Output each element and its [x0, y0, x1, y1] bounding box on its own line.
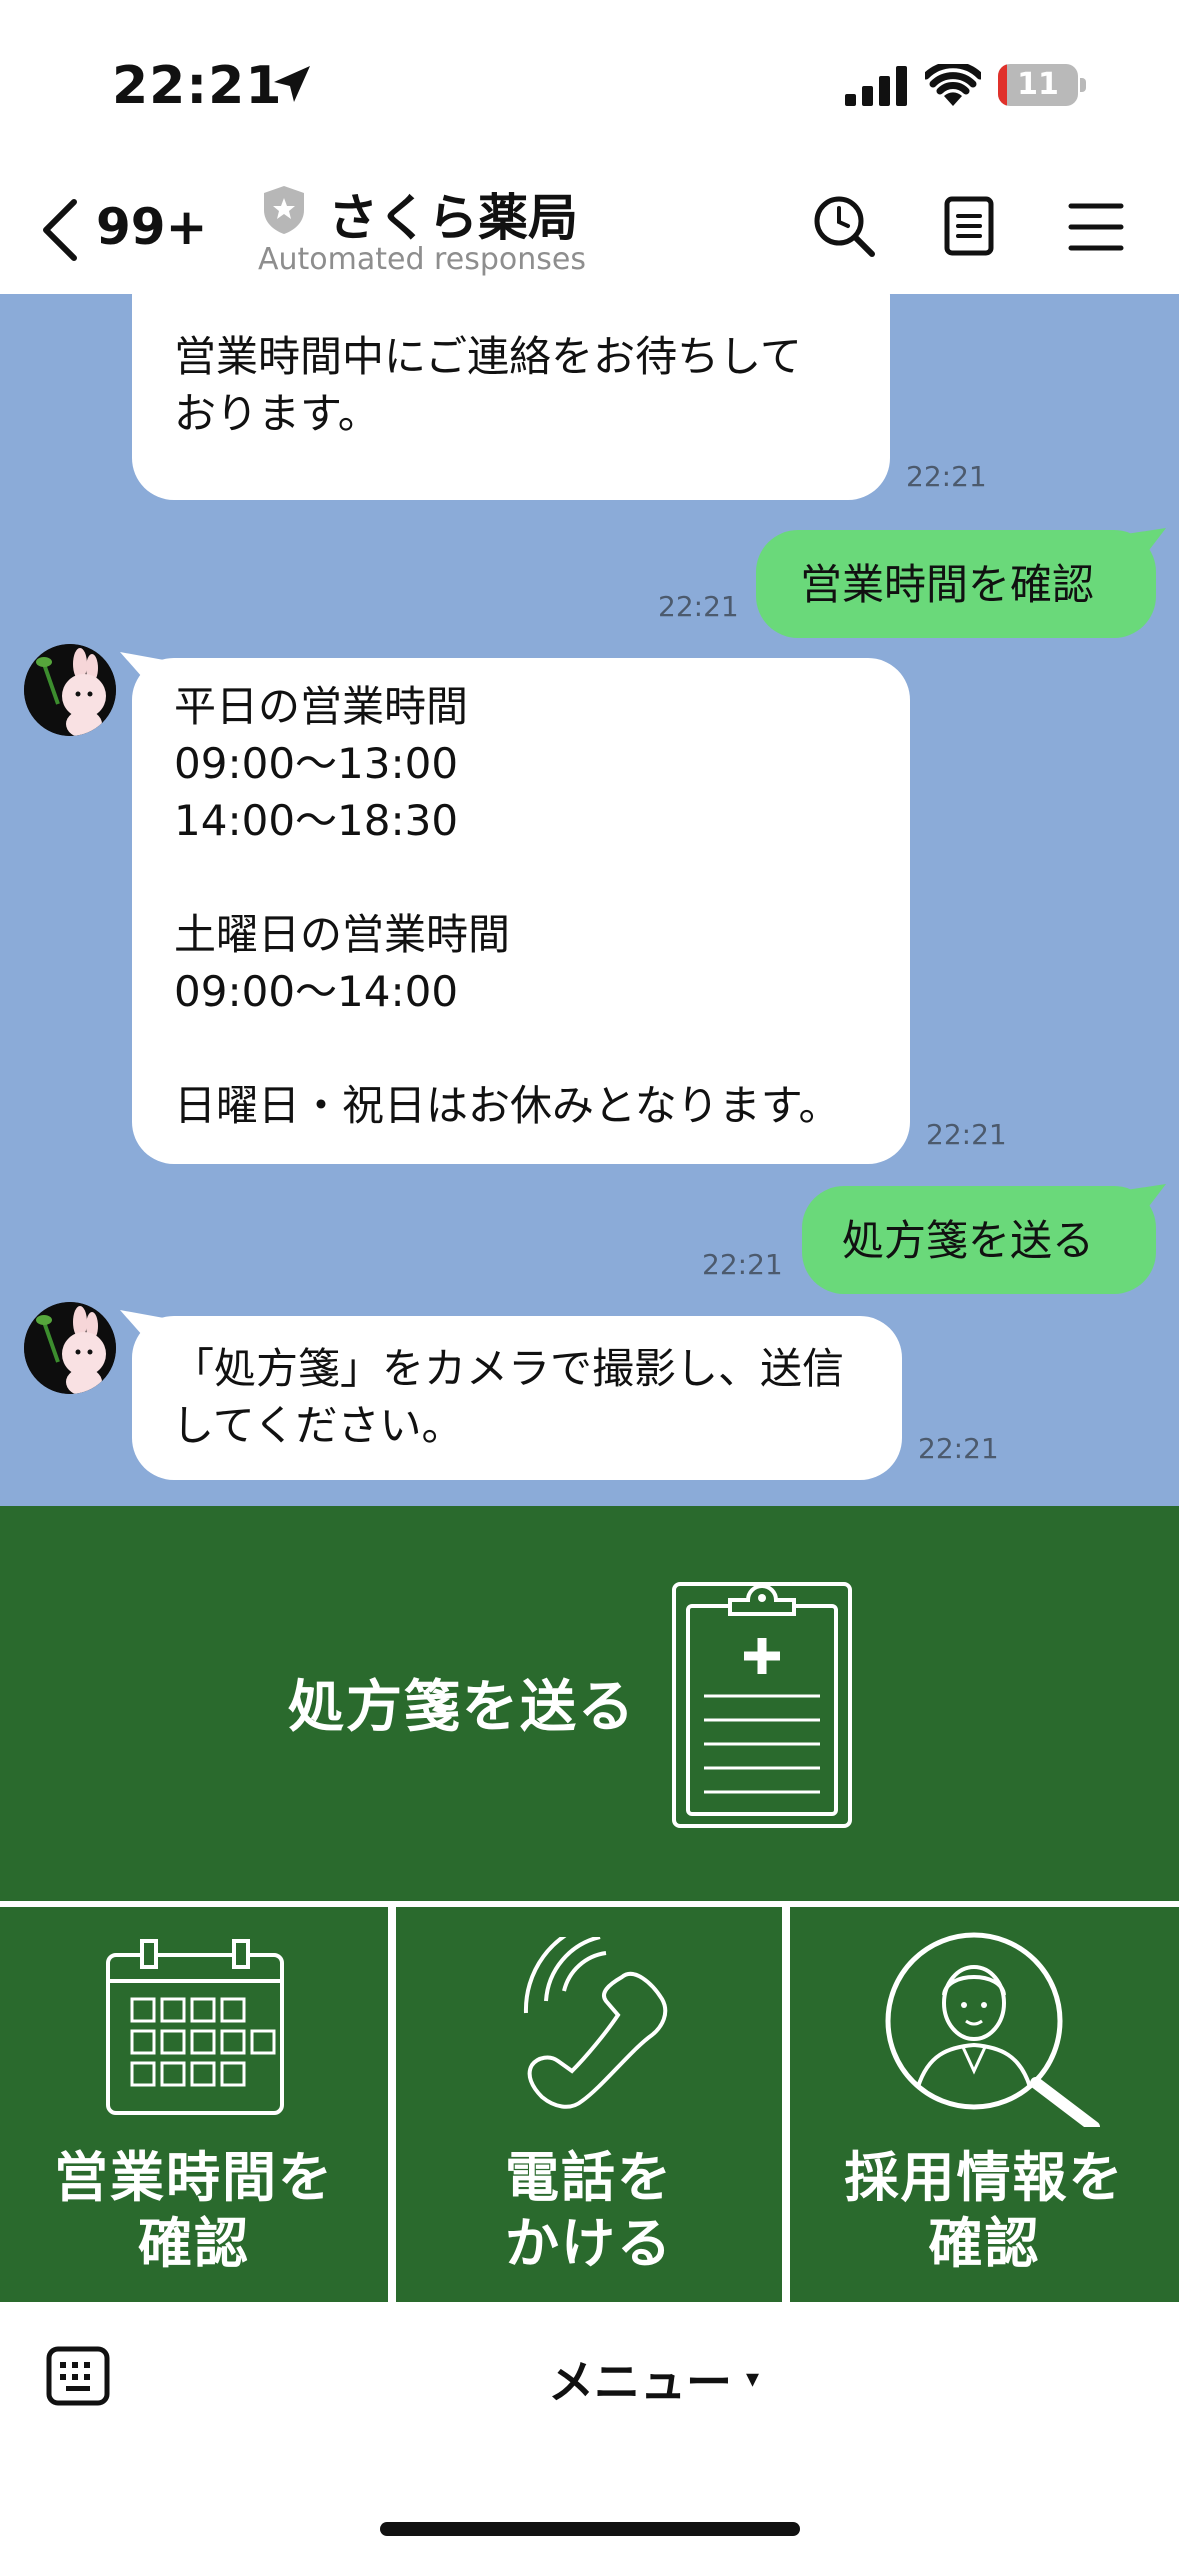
chat-header: 99+ さくら薬局 Automated responses	[0, 170, 1179, 294]
call-tile[interactable]: 電話を かける	[396, 1907, 782, 2302]
phone-call-icon	[523, 1937, 668, 2109]
menu-toggle-label: メニュー	[548, 2355, 732, 2409]
recruitment-info-label-line2: 確認	[928, 2212, 1041, 2275]
avatar[interactable]	[24, 1302, 116, 1394]
rich-menu: 処方箋を送る 営業時間を 確認 電話を かける 採用情報を 確認	[0, 1506, 1179, 2302]
location-arrow-icon	[274, 66, 310, 102]
magnifier-person-icon	[885, 1932, 1100, 2127]
battery-level: 11	[1017, 67, 1059, 102]
chat-title: さくら薬局	[328, 189, 578, 247]
recruitment-info-label: 採用情報を 確認	[790, 2145, 1179, 2277]
back-chevron-icon[interactable]	[40, 198, 80, 262]
notes-icon[interactable]	[944, 196, 994, 256]
message-time: 22:21	[658, 590, 739, 623]
status-time: 22:21	[112, 56, 283, 116]
recruitment-info-label-line1: 採用情報を	[844, 2146, 1125, 2209]
keyboard-icon[interactable]	[46, 2346, 110, 2406]
call-label-line1: 電話を	[505, 2146, 673, 2209]
message-time: 22:21	[906, 460, 987, 493]
status-bar: 22:21 11	[0, 0, 1179, 170]
business-hours-label-line1: 営業時間を	[54, 2146, 334, 2209]
battery-indicator: 11	[998, 64, 1078, 106]
message-time: 22:21	[702, 1248, 783, 1281]
calendar-icon	[106, 1939, 284, 2115]
bunny-avatar-icon	[24, 1302, 116, 1394]
business-hours-label: 営業時間を 確認	[0, 2145, 388, 2277]
bubble-tail	[1126, 528, 1166, 562]
chat-subtitle: Automated responses	[258, 242, 586, 277]
bunny-avatar-icon	[24, 644, 116, 736]
send-prescription-tile[interactable]: 処方箋を送る	[0, 1506, 1179, 1901]
battery-tip	[1080, 78, 1086, 92]
menu-toggle-button[interactable]: メニュー ▾	[548, 2346, 759, 2412]
message-bubble-outgoing: 処方箋を送る	[802, 1186, 1156, 1294]
business-hours-label-line2: 確認	[138, 2212, 250, 2275]
message-bubble-incoming: 「処方箋」をカメラで撮影し、送信 してください。	[132, 1316, 902, 1480]
recruitment-info-tile[interactable]: 採用情報を 確認	[790, 1907, 1179, 2302]
message-time: 22:21	[926, 1118, 1007, 1151]
avatar[interactable]	[24, 644, 116, 736]
message-bubble-outgoing: 営業時間を確認	[756, 530, 1156, 638]
chat-area[interactable]: 営業時間中にご連絡をお待ちして おります。 22:21 営業時間を確認 22:2…	[0, 294, 1179, 1506]
bottom-bar: メニュー ▾	[0, 2302, 1179, 2556]
message-bubble-incoming: 平日の営業時間 09:00～13:00 14:00～18:30 土曜日の営業時間…	[132, 658, 910, 1164]
home-indicator[interactable]	[380, 2522, 800, 2536]
caret-down-icon: ▾	[746, 2364, 760, 2394]
cellular-signal-icon	[845, 66, 907, 106]
call-label: 電話を かける	[396, 2145, 782, 2277]
shield-star-icon	[264, 186, 304, 234]
bubble-tail	[1126, 1184, 1166, 1218]
send-prescription-label: 処方箋を送る	[288, 1675, 636, 1740]
unread-count[interactable]: 99+	[96, 198, 207, 256]
wifi-icon	[925, 64, 981, 106]
call-label-line2: かける	[505, 2212, 673, 2275]
hamburger-menu-icon[interactable]	[1068, 202, 1124, 252]
message-bubble-incoming: 営業時間中にご連絡をお待ちして おります。	[132, 294, 890, 500]
search-icon[interactable]	[812, 194, 876, 258]
message-time: 22:21	[918, 1432, 999, 1465]
business-hours-tile[interactable]: 営業時間を 確認	[0, 1907, 388, 2302]
clipboard-medical-icon	[672, 1582, 852, 1828]
